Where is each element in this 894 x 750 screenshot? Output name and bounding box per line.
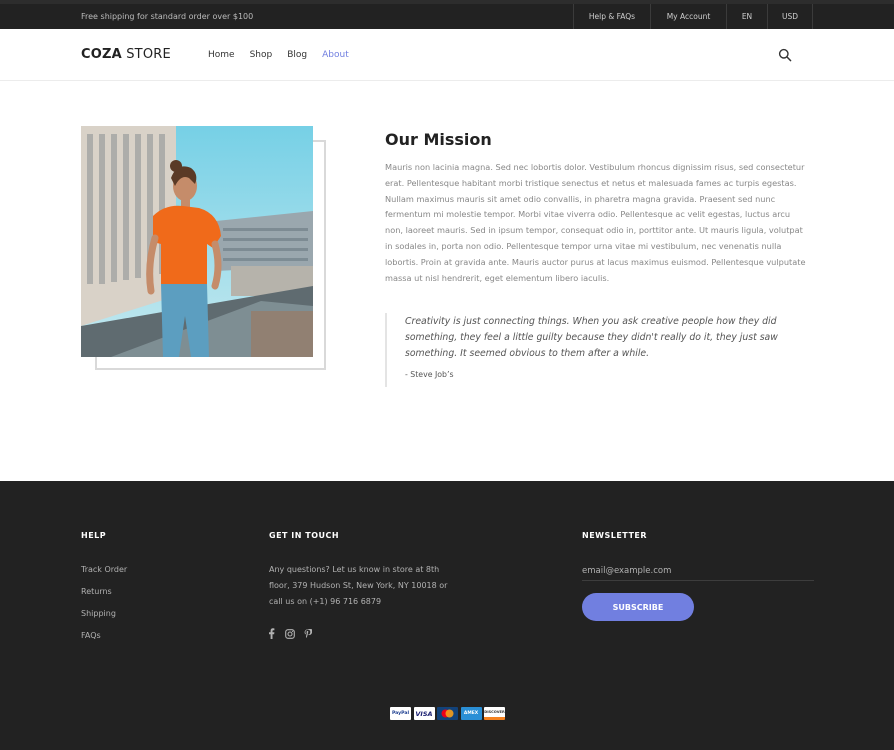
help-faqs-link[interactable]: Help & FAQs xyxy=(573,4,650,29)
footer: HELP Track Order Returns Shipping FAQs G… xyxy=(0,481,894,750)
logo-bold-text: COZA xyxy=(81,47,122,62)
discover-card-icon: DISCOVER xyxy=(484,707,505,720)
subscribe-button[interactable]: SUBSCRIBE xyxy=(582,593,694,621)
footer-link-faqs[interactable]: FAQs xyxy=(81,631,101,640)
instagram-icon[interactable] xyxy=(284,628,295,639)
contact-heading: GET IN TOUCH xyxy=(269,531,340,540)
contact-text: Any questions? Let us know in store at 8… xyxy=(269,565,448,606)
mission-text: Mauris non lacinia magna. Sed nec lobort… xyxy=(385,162,806,283)
shipping-notice: Free shipping for standard order over $1… xyxy=(81,12,254,21)
mastercard-card-icon xyxy=(437,707,458,720)
main-nav: Home Shop Blog About xyxy=(208,50,364,60)
footer-link-returns[interactable]: Returns xyxy=(81,587,112,596)
quote-author: - Steve Job’s xyxy=(405,370,454,379)
quote-block: Creativity is just connecting things. Wh… xyxy=(385,313,785,387)
logo-light-text: STORE xyxy=(126,47,171,62)
nav-about[interactable]: About xyxy=(322,50,349,60)
help-heading: HELP xyxy=(81,531,107,540)
mission-title: Our Mission xyxy=(385,130,492,149)
footer-link-track-order[interactable]: Track Order xyxy=(81,565,127,574)
footer-link-shipping[interactable]: Shipping xyxy=(81,609,116,618)
pinterest-icon[interactable] xyxy=(302,628,313,639)
newsletter-email-field[interactable] xyxy=(582,562,814,581)
nav-blog[interactable]: Blog xyxy=(287,50,307,60)
payment-methods: PayPal VISA AMEX DISCOVER xyxy=(390,707,508,720)
top-bar-links: Help & FAQs My Account EN USD xyxy=(573,4,813,29)
visa-card-icon: VISA xyxy=(413,707,435,720)
amex-card-icon: AMEX xyxy=(460,707,482,720)
top-bar: Free shipping for standard order over $1… xyxy=(0,0,894,29)
nav-home[interactable]: Home xyxy=(208,50,235,60)
about-photo xyxy=(81,126,313,357)
language-selector[interactable]: EN xyxy=(726,4,767,29)
nav-shop[interactable]: Shop xyxy=(250,50,273,60)
about-photo-illustration xyxy=(81,126,313,357)
quote-text: Creativity is just connecting things. Wh… xyxy=(405,316,778,359)
logo[interactable]: COZA STORE xyxy=(81,47,171,62)
currency-selector[interactable]: USD xyxy=(767,4,813,29)
main-header: COZA STORE Home Shop Blog About xyxy=(0,29,894,81)
social-links xyxy=(266,628,320,639)
facebook-icon[interactable] xyxy=(266,628,277,639)
search-icon[interactable] xyxy=(778,48,792,62)
newsletter-heading: NEWSLETTER xyxy=(582,531,648,540)
my-account-link[interactable]: My Account xyxy=(650,4,726,29)
paypal-card-icon: PayPal xyxy=(390,707,411,720)
